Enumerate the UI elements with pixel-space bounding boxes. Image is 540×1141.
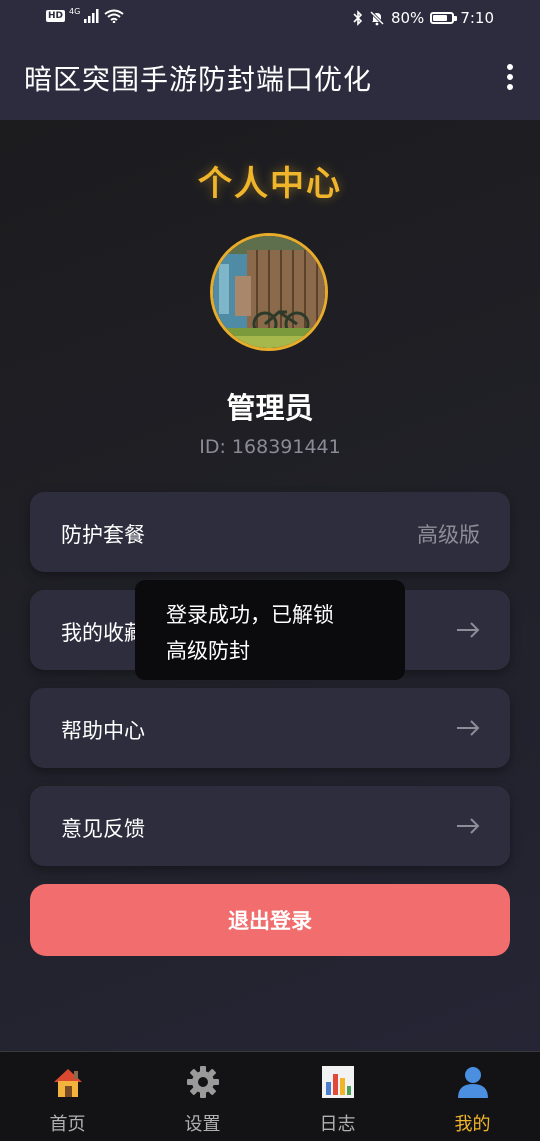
wifi-icon <box>104 9 124 23</box>
arrow-right-icon <box>457 720 480 736</box>
nav-label: 首页 <box>49 1114 86 1135</box>
bluetooth-icon <box>353 10 363 26</box>
nav-item-log[interactable]: 日志 <box>270 1052 405 1141</box>
avatar[interactable] <box>210 233 328 351</box>
page-title: 个人中心 <box>198 164 342 204</box>
nav-item-home[interactable]: 首页 <box>0 1052 135 1141</box>
nav-item-mine[interactable]: 我的 <box>405 1052 540 1141</box>
bottom-nav: 首页 设置 日志 我的 <box>0 1051 540 1141</box>
network-type: 4G <box>69 7 81 16</box>
nav-item-settings[interactable]: 设置 <box>135 1052 270 1141</box>
logout-button[interactable]: 退出登录 <box>30 884 510 956</box>
nav-label: 设置 <box>184 1114 221 1135</box>
toast-line-2: 高级防封 <box>166 639 250 663</box>
menu-item-help-center[interactable]: 帮助中心 <box>30 688 510 768</box>
more-vertical-icon[interactable] <box>506 64 514 94</box>
menu-item-protection-plan[interactable]: 防护套餐 高级版 <box>30 492 510 572</box>
app-title: 暗区突围手游防封端口优化 <box>24 63 373 96</box>
menu-label: 意见反馈 <box>61 817 145 841</box>
arrow-right-icon <box>457 622 480 638</box>
bar-chart-icon <box>322 1066 354 1098</box>
arrow-right-icon <box>457 818 480 834</box>
toast-line-1: 登录成功，已解锁 <box>166 603 334 627</box>
menu-label: 我的收藏 <box>61 621 145 645</box>
battery-fill <box>433 15 448 21</box>
person-icon <box>458 1067 488 1098</box>
hd-badge: HD <box>46 10 66 22</box>
user-name: 管理员 <box>226 391 314 425</box>
status-right: 80% 7:10 <box>353 9 494 27</box>
app-bar: 暗区突围手游防封端口优化 <box>0 38 540 120</box>
gear-icon <box>187 1066 219 1098</box>
menu-value: 高级版 <box>417 523 480 547</box>
status-left: HD 4G <box>46 7 124 23</box>
signal-icon <box>84 9 99 23</box>
house-icon <box>54 1069 82 1097</box>
mute-bell-icon <box>369 10 385 26</box>
battery-icon <box>430 12 458 24</box>
avatar-image <box>213 236 325 348</box>
nav-label: 我的 <box>454 1114 491 1135</box>
toast-message: 登录成功，已解锁 高级防封 <box>135 580 405 680</box>
menu-item-feedback[interactable]: 意见反馈 <box>30 786 510 866</box>
battery-percent: 80% <box>390 9 425 27</box>
status-bar: HD 4G 80% 7:10 <box>0 0 540 38</box>
clock: 7:10 <box>460 9 494 27</box>
menu-label: 防护套餐 <box>61 523 145 547</box>
user-id: ID: 168391441 <box>199 436 341 458</box>
menu-label: 帮助中心 <box>61 719 145 743</box>
nav-label: 日志 <box>319 1114 356 1135</box>
